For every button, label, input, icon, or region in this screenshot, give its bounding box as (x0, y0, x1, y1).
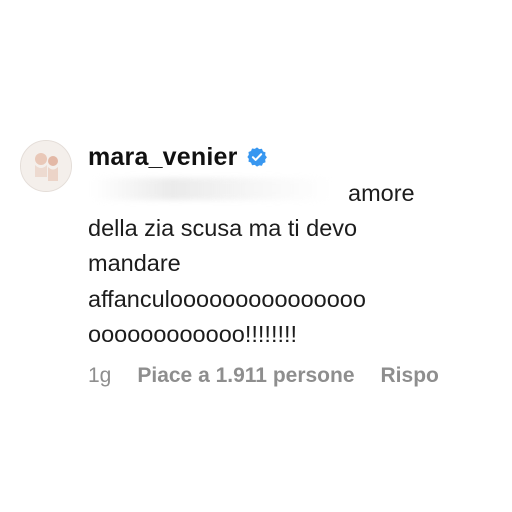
avatar[interactable] (20, 140, 72, 192)
verified-badge-icon (246, 146, 268, 168)
username-row: mara_venier (88, 140, 268, 174)
comment-text-line-1: amore (348, 180, 415, 206)
comment-text-line-2: della zia scusa ma ti devo (88, 215, 358, 241)
username[interactable]: mara_venier (88, 143, 238, 172)
blurred-mention (92, 178, 332, 200)
comment: mara_venier amore della zia scusa ma ti … (0, 0, 512, 512)
comment-time: 1g (88, 364, 112, 387)
profile-picture-icon (21, 141, 71, 191)
reply-button[interactable]: Rispo (381, 364, 439, 388)
comment-meta: 1g Piace a 1.911 persone Rispo (88, 364, 439, 388)
likes-count-link[interactable]: Piace a 1.911 persone (137, 364, 354, 388)
comment-text-line-3: mandare (88, 250, 181, 276)
comment-text-line-5: oooooooooooo!!!!!!!! (88, 321, 298, 347)
comment-text-line-4: affanculooooooooooooooo (88, 286, 366, 312)
